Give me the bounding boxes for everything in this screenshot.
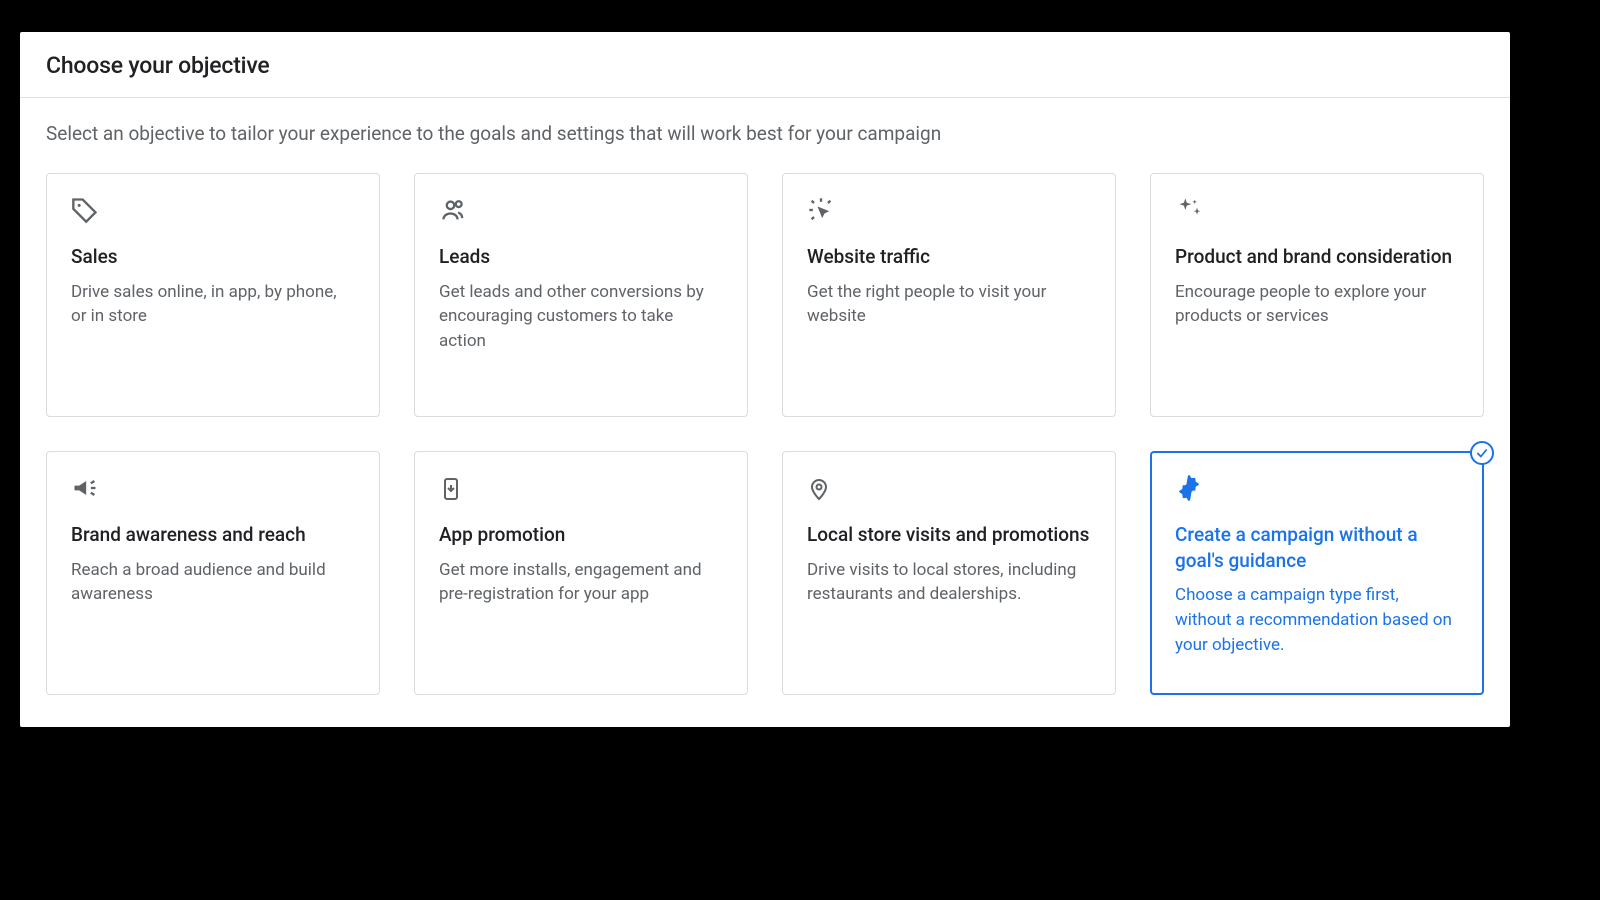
panel-header: Choose your objective xyxy=(20,32,1510,98)
page-title: Choose your objective xyxy=(46,52,1484,79)
pin-icon xyxy=(807,474,1091,508)
objective-card-product-brand-consideration[interactable]: Product and brand consideration Encourag… xyxy=(1150,173,1484,417)
objective-grid: Sales Drive sales online, in app, by pho… xyxy=(46,173,1484,695)
card-desc: Get the right people to visit your websi… xyxy=(807,280,1091,329)
card-title: Product and brand consideration xyxy=(1175,244,1459,270)
card-desc: Get more installs, engagement and pre-re… xyxy=(439,558,723,607)
objective-card-website-traffic[interactable]: Website traffic Get the right people to … xyxy=(782,173,1116,417)
card-desc: Get leads and other conversions by encou… xyxy=(439,280,723,354)
objective-card-brand-awareness[interactable]: Brand awareness and reach Reach a broad … xyxy=(46,451,380,695)
card-desc: Drive sales online, in app, by phone, or… xyxy=(71,280,355,329)
panel-subtitle: Select an objective to tailor your exper… xyxy=(46,122,1484,145)
objective-card-sales[interactable]: Sales Drive sales online, in app, by pho… xyxy=(46,173,380,417)
card-title: Local store visits and promotions xyxy=(807,522,1091,548)
card-desc: Choose a campaign type first, without a … xyxy=(1175,583,1459,657)
objective-card-local-store[interactable]: Local store visits and promotions Drive … xyxy=(782,451,1116,695)
objective-card-leads[interactable]: Leads Get leads and other conversions by… xyxy=(414,173,748,417)
selected-check-icon xyxy=(1470,441,1494,465)
card-desc: Reach a broad audience and build awarene… xyxy=(71,558,355,607)
card-title: App promotion xyxy=(439,522,723,548)
objective-card-app-promotion[interactable]: App promotion Get more installs, engagem… xyxy=(414,451,748,695)
card-desc: Drive visits to local stores, including … xyxy=(807,558,1091,607)
panel-body: Select an objective to tailor your exper… xyxy=(20,98,1510,719)
megaphone-icon xyxy=(71,474,355,508)
card-title: Brand awareness and reach xyxy=(71,522,355,548)
tag-icon xyxy=(71,196,355,230)
card-title: Leads xyxy=(439,244,723,270)
card-title: Website traffic xyxy=(807,244,1091,270)
sparkle-icon xyxy=(1175,196,1459,230)
gear-icon xyxy=(1175,474,1459,508)
card-desc: Encourage people to explore your product… xyxy=(1175,280,1459,329)
objective-panel: Choose your objective Select an objectiv… xyxy=(20,32,1510,727)
card-title: Sales xyxy=(71,244,355,270)
objective-card-no-goal[interactable]: Create a campaign without a goal's guida… xyxy=(1150,451,1484,695)
app-icon xyxy=(439,474,723,508)
card-title: Create a campaign without a goal's guida… xyxy=(1175,522,1459,573)
people-icon xyxy=(439,196,723,230)
click-icon xyxy=(807,196,1091,230)
